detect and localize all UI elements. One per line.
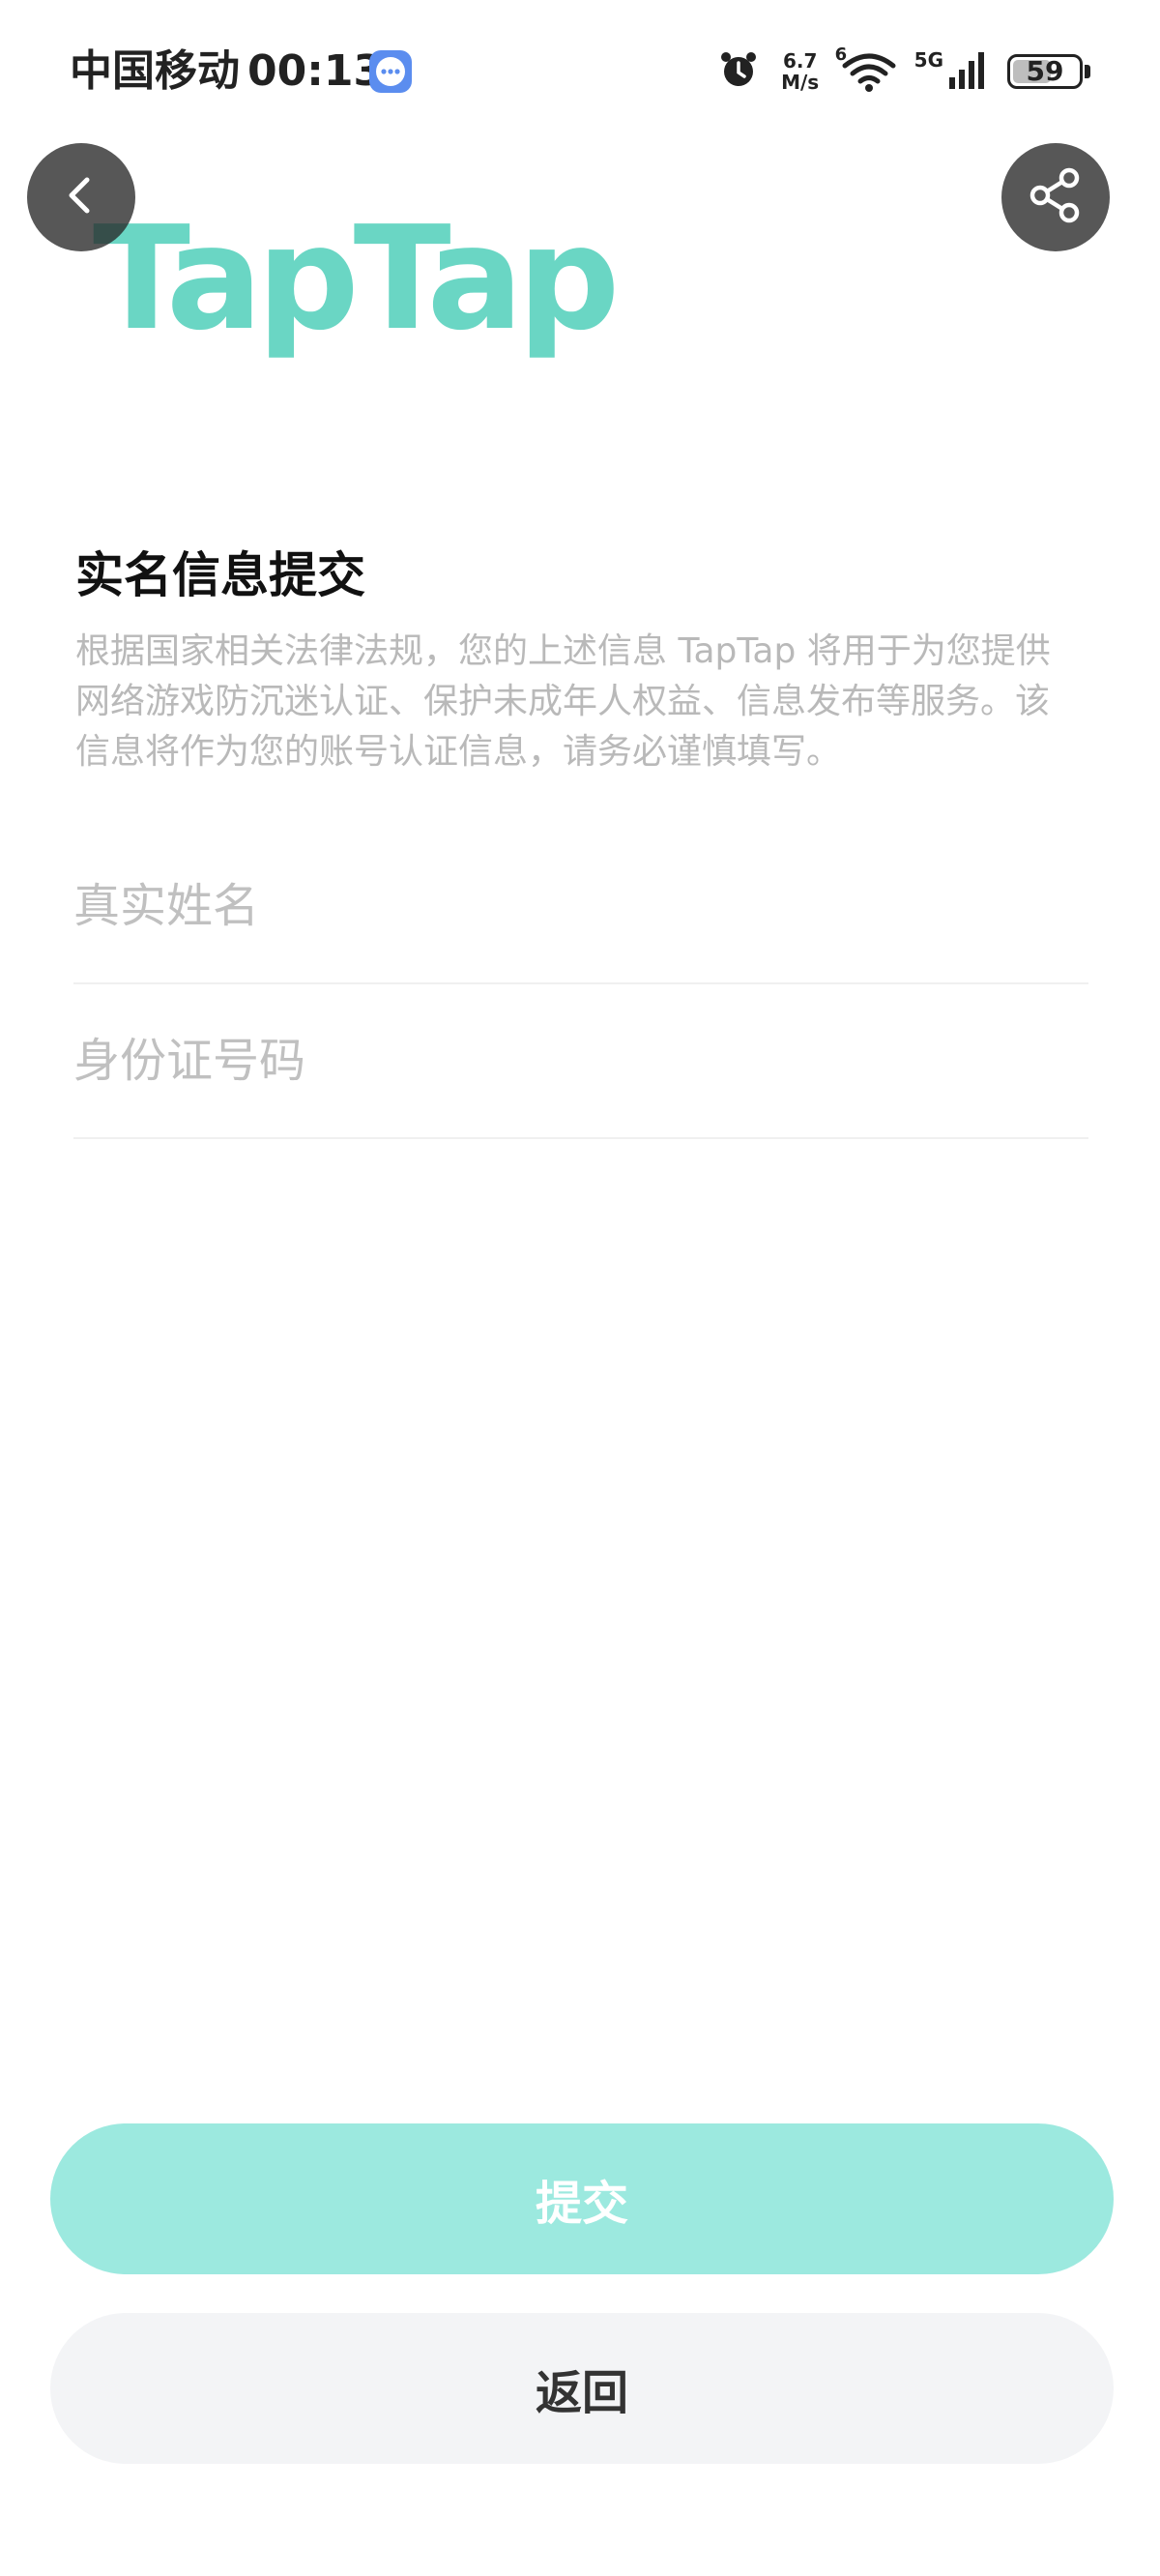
share-button[interactable] <box>1001 143 1110 251</box>
taptap-logo: TapTap <box>93 195 620 362</box>
real-name-field <box>73 830 1088 984</box>
network-speed-unit: M/s <box>781 71 820 94</box>
network-type-label: 5G <box>914 48 943 72</box>
submit-button-label: 提交 <box>535 2177 628 2231</box>
network-speed-value: 6.7 <box>782 49 818 73</box>
network-speed: 6.7 M/s <box>777 50 824 93</box>
return-button-label: 返回 <box>535 2366 628 2420</box>
submit-button[interactable]: 提交 <box>50 2123 1114 2274</box>
status-time: 00:13 <box>247 46 384 96</box>
alarm-icon <box>717 48 760 95</box>
share-icon <box>1025 164 1087 230</box>
status-bar: 中国移动 00:13 6.7 M/s 6 5G 59 <box>0 0 1160 135</box>
real-name-input[interactable] <box>73 830 1088 982</box>
message-icon <box>369 50 412 93</box>
battery-nub <box>1085 65 1090 78</box>
chevron-left-icon <box>54 168 108 226</box>
id-number-field <box>73 984 1088 1139</box>
wifi-badge: 6 <box>834 44 848 65</box>
signal-icon <box>947 48 990 95</box>
id-number-input[interactable] <box>73 984 1088 1137</box>
battery-indicator: 59 <box>1007 54 1083 89</box>
page-title: 实名信息提交 <box>75 547 365 603</box>
status-carrier-time: 中国移动 00:13 <box>70 43 383 101</box>
wifi-icon: 6 <box>835 44 897 93</box>
status-icons: 6.7 M/s 6 5G 59 <box>717 43 1090 101</box>
back-button[interactable] <box>27 143 135 251</box>
page-description: 根据国家相关法律法规，您的上述信息 TapTap 将用于为您提供网络游戏防沉迷认… <box>75 631 1051 772</box>
return-button[interactable]: 返回 <box>50 2313 1114 2464</box>
battery-level: 59 <box>1026 55 1064 87</box>
carrier-name: 中国移动 <box>70 46 240 96</box>
